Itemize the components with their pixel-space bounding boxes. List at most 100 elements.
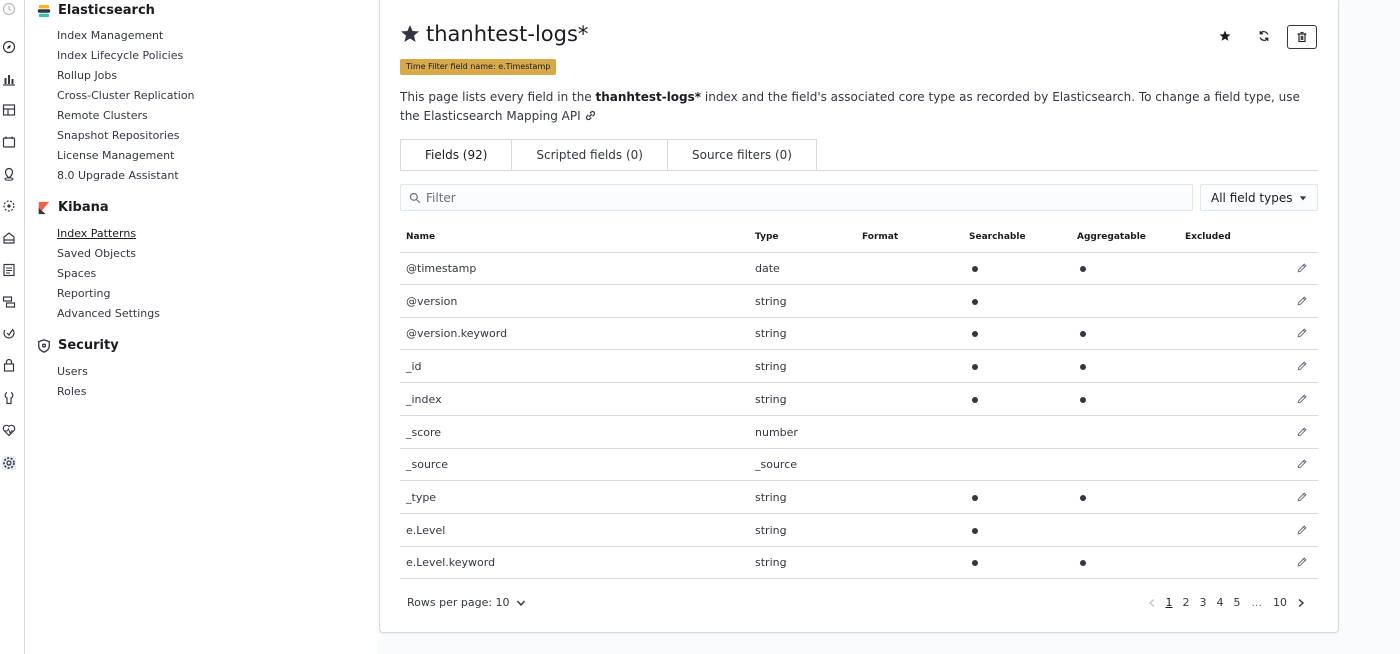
field-type-select[interactable]: All field types bbox=[1200, 184, 1318, 211]
sidebar-item-roles[interactable]: Roles bbox=[57, 385, 86, 398]
index-pattern-panel: thanhtest-logs* Time Filter field name: … bbox=[379, 0, 1339, 633]
shield-icon bbox=[37, 338, 51, 353]
app-nav-rail bbox=[0, 0, 25, 654]
sidebar-item-advanced-settings[interactable]: Advanced Settings bbox=[57, 307, 160, 320]
field-type: string bbox=[755, 360, 787, 374]
infra-icon[interactable] bbox=[2, 231, 16, 245]
compass-icon[interactable] bbox=[2, 40, 16, 54]
field-name: _type bbox=[406, 490, 437, 504]
table-row: @version.keyword string bbox=[400, 317, 1318, 351]
sidebar-item-license-management[interactable]: License Management bbox=[57, 149, 174, 162]
previous-page-icon[interactable] bbox=[1143, 598, 1161, 608]
page-3-button[interactable]: 3 bbox=[1195, 596, 1212, 609]
filter-field bbox=[400, 184, 1193, 211]
sidebar-item-index-lifecycle-policies[interactable]: Index Lifecycle Policies bbox=[57, 49, 183, 62]
siem-icon[interactable] bbox=[2, 358, 16, 372]
star-icon bbox=[1219, 30, 1231, 41]
tab-fields[interactable]: Fields (92) bbox=[400, 139, 513, 171]
refresh-fields-button[interactable] bbox=[1250, 25, 1278, 47]
rows-per-page-button[interactable]: Rows per page: 10 bbox=[407, 596, 526, 609]
edit-pencil-icon[interactable] bbox=[1296, 556, 1308, 568]
sidebar-item-rollup-jobs[interactable]: Rollup Jobs bbox=[57, 69, 117, 82]
management-icon[interactable] bbox=[2, 456, 16, 470]
page-2-button[interactable]: 2 bbox=[1178, 596, 1195, 609]
edit-pencil-icon[interactable] bbox=[1296, 295, 1308, 307]
edit-pencil-icon[interactable] bbox=[1296, 524, 1308, 536]
monitoring-icon[interactable] bbox=[2, 423, 16, 437]
next-page-icon[interactable] bbox=[1292, 598, 1310, 608]
table-header: Name Type Format Searchable Aggregatable… bbox=[400, 226, 1318, 253]
table-row: _score number bbox=[400, 416, 1318, 449]
page-4-button[interactable]: 4 bbox=[1212, 596, 1229, 609]
field-type: string bbox=[755, 556, 787, 570]
searchable-dot-icon bbox=[972, 494, 978, 501]
field-type: string bbox=[755, 392, 787, 406]
page-1-button[interactable]: 1 bbox=[1161, 596, 1178, 609]
edit-pencil-icon[interactable] bbox=[1296, 327, 1308, 339]
table-row: _type string bbox=[400, 481, 1318, 514]
tabs-divider bbox=[400, 170, 1318, 171]
column-excluded[interactable]: Excluded bbox=[1185, 232, 1231, 242]
link-icon bbox=[585, 110, 596, 121]
column-aggregatable[interactable]: Aggregatable bbox=[1077, 232, 1146, 242]
set-default-button[interactable] bbox=[1211, 25, 1239, 47]
tab-scripted-fields[interactable]: Scripted fields (0) bbox=[512, 139, 668, 171]
field-type: string bbox=[755, 523, 787, 537]
sidebar-item-remote-clusters[interactable]: Remote Clusters bbox=[57, 109, 148, 122]
page-last-button[interactable]: 10 bbox=[1268, 596, 1292, 609]
sidebar-item-index-management[interactable]: Index Management bbox=[57, 29, 163, 42]
sidebar-item-spaces[interactable]: Spaces bbox=[57, 267, 96, 280]
aggregatable-dot-icon bbox=[1080, 331, 1086, 338]
canvas-icon[interactable] bbox=[2, 135, 16, 149]
chevron-down-icon bbox=[516, 598, 526, 608]
field-name: @version bbox=[406, 294, 458, 308]
field-type: string bbox=[755, 294, 787, 308]
page-5-button[interactable]: 5 bbox=[1229, 596, 1246, 609]
page-description: This page lists every field in the thanh… bbox=[400, 90, 1300, 123]
dashboard-icon[interactable] bbox=[2, 103, 16, 117]
apm-icon[interactable] bbox=[2, 295, 16, 309]
column-format[interactable]: Format bbox=[862, 232, 898, 242]
dev-tools-icon[interactable] bbox=[2, 391, 16, 405]
edit-pencil-icon[interactable] bbox=[1296, 491, 1308, 503]
mapping-api-link[interactable]: Mapping API bbox=[506, 109, 580, 123]
edit-pencil-icon[interactable] bbox=[1296, 393, 1308, 405]
field-name: @timestamp bbox=[406, 262, 477, 275]
edit-pencil-icon[interactable] bbox=[1296, 360, 1308, 372]
field-type: date bbox=[755, 262, 780, 275]
sidebar-item-index-patterns[interactable]: Index Patterns bbox=[57, 227, 136, 240]
uptime-icon[interactable] bbox=[2, 326, 16, 340]
column-type[interactable]: Type bbox=[755, 232, 778, 242]
column-name[interactable]: Name bbox=[406, 232, 435, 242]
edit-pencil-icon[interactable] bbox=[1296, 426, 1308, 438]
aggregatable-dot-icon bbox=[1080, 364, 1086, 371]
sidebar-item-users[interactable]: Users bbox=[57, 365, 88, 378]
table-row: e.Level.keyword string bbox=[400, 546, 1318, 580]
ml-icon[interactable] bbox=[2, 199, 16, 213]
searchable-dot-icon bbox=[972, 396, 978, 403]
edit-pencil-icon[interactable] bbox=[1296, 262, 1308, 274]
kibana-logo-icon bbox=[37, 201, 51, 215]
field-name: _id bbox=[406, 360, 422, 374]
default-star-icon bbox=[400, 24, 420, 44]
logs-icon[interactable] bbox=[2, 263, 16, 277]
time-filter-badge: Time Filter field name: e.Timestamp bbox=[400, 59, 557, 75]
delete-index-pattern-button[interactable] bbox=[1287, 25, 1317, 49]
sidebar-item-8-0-upgrade-assistant[interactable]: 8.0 Upgrade Assistant bbox=[57, 169, 179, 182]
tab-source-filters[interactable]: Source filters (0) bbox=[667, 139, 817, 171]
sidebar-item-snapshot-repositories[interactable]: Snapshot Repositories bbox=[57, 129, 179, 142]
table-row: _source _source bbox=[400, 448, 1318, 482]
edit-pencil-icon[interactable] bbox=[1296, 458, 1308, 470]
sidebar-item-saved-objects[interactable]: Saved Objects bbox=[57, 247, 136, 260]
page-title: thanhtest-logs* bbox=[400, 22, 588, 46]
sidebar-item-reporting[interactable]: Reporting bbox=[57, 287, 110, 300]
maps-icon[interactable] bbox=[2, 167, 16, 181]
searchable-dot-icon bbox=[972, 560, 978, 567]
filter-input[interactable] bbox=[424, 189, 1168, 206]
clock-icon[interactable] bbox=[2, 2, 16, 16]
kibana-section-title: Kibana bbox=[37, 200, 109, 215]
aggregatable-dot-icon bbox=[1080, 560, 1086, 567]
sidebar-item-cross-cluster-replication[interactable]: Cross-Cluster Replication bbox=[57, 89, 195, 102]
column-searchable[interactable]: Searchable bbox=[969, 232, 1026, 242]
visualize-icon[interactable] bbox=[2, 72, 16, 86]
